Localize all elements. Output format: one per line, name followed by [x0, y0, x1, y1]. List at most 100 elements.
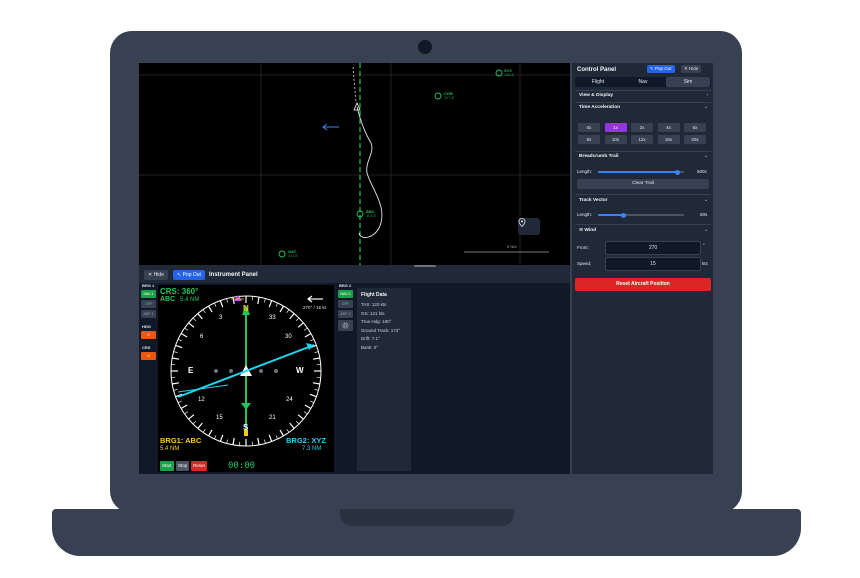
waypoint-label: XYZ 115.6 [504, 68, 514, 77]
section-title: Wind [584, 228, 597, 233]
hsi-cardinal-s: S [243, 423, 249, 432]
timer-display: 00:00 [228, 461, 256, 471]
brg2-off-button[interactable]: OFF [338, 300, 353, 308]
time-accel-8x-button[interactable]: 8x [578, 135, 600, 144]
waypoint-label: COR 117.8 [444, 91, 454, 100]
brg2-nav2-button[interactable]: NAV 2 [338, 290, 353, 298]
hsi-number-24: 24 [286, 397, 293, 403]
time-accel-2x-button[interactable]: 2x [631, 123, 653, 132]
flight-data-title: Flight Data [361, 292, 387, 298]
hsi-display[interactable]: CRS: 360° ABC 5.4 NM 270° / 15 kt BRG1: … [158, 285, 334, 472]
wind-from-input[interactable]: 270 [605, 241, 701, 255]
brg2-controls: BRG 2 NAV 2 OFF ADF 2 [337, 283, 354, 333]
map-scale-label: 5 NM [507, 244, 517, 249]
time-accel-20x-button[interactable]: 20x [684, 135, 706, 144]
navigation-map[interactable]: XYZ 115.6 COR 117.8 ABC 113.5 GAT 111.8 5 NM [139, 63, 570, 265]
wind-from-unit: ° [703, 243, 705, 248]
section-wind[interactable]: ≋ Wind ⌄ [575, 227, 711, 235]
track-vector-length-fill [598, 214, 624, 216]
time-accel-10x-button[interactable]: 10x [604, 135, 627, 144]
time-accel-16x-button[interactable]: 16x [657, 135, 680, 144]
breadcrumb-length-fill [598, 171, 678, 173]
brg1-off-button[interactable]: OFF [141, 300, 156, 308]
wind-arrow [322, 123, 339, 131]
hsi-brg2-distance: 7.3 NM [302, 446, 322, 452]
control-tabs: Flight Nav Sim [575, 77, 711, 87]
separator [575, 90, 711, 91]
map-canvas [139, 63, 570, 265]
brg2-adf2-button[interactable]: ADF 2 [338, 310, 353, 318]
control-panel-title: Control Panel [577, 67, 617, 73]
timer-reset-button[interactable]: Reset [191, 461, 207, 471]
aircraft-marker [353, 101, 361, 111]
brg1-adf1-button[interactable]: ADF 1 [141, 310, 156, 318]
hsi-brg1-readout: BRG1: ABC [160, 436, 202, 445]
timer-stop-button[interactable]: Stop [176, 461, 190, 471]
wind-direction-arrow [307, 295, 323, 303]
time-accel-6x-button[interactable]: 6x [684, 123, 706, 132]
hsi-number-15: 15 [216, 415, 223, 421]
hsi-wind-readout: 270° / 15 kt [303, 305, 326, 310]
hsi-number-6: 6 [200, 334, 204, 340]
hsi-number-12: 12 [198, 397, 205, 403]
hide-instrument-panel-button[interactable]: ✕ Hide [144, 270, 168, 280]
crs-label: CRS [142, 345, 151, 350]
wind-icon: ≋ [579, 228, 584, 233]
tab-flight[interactable]: Flight [576, 77, 620, 87]
hsi-cardinal-n: N [243, 304, 249, 313]
crs-sync-button[interactable]: ↺ [141, 352, 156, 360]
locate-button[interactable] [518, 218, 540, 235]
wind-speed-unit: kts [702, 261, 708, 266]
section-title: Breadcrumb Trail [579, 154, 619, 159]
hsi-cardinal-w: W [296, 366, 304, 375]
flight-data-row: True Hdg: 180° [361, 319, 392, 324]
reset-aircraft-position-button[interactable]: Reset Aircraft Position [575, 278, 711, 291]
hide-control-panel-button[interactable]: ✕ Hide [681, 65, 702, 73]
time-accel-0x-button[interactable]: 0x [578, 123, 600, 132]
hdg-label: HDG [142, 324, 151, 329]
chevron-right-icon: › [706, 93, 708, 98]
timer-start-button[interactable]: Start [160, 461, 174, 471]
app-screen: XYZ 115.6 COR 117.8 ABC 113.5 GAT 111.8 5 NM… [139, 63, 713, 474]
location-pin-icon [518, 218, 526, 227]
breadcrumb-length-value: 600s [697, 169, 707, 174]
waypoint-gat [278, 250, 286, 258]
separator [575, 224, 711, 225]
waypoint-label: GAT 111.8 [288, 249, 298, 258]
gear-icon [342, 322, 349, 329]
wind-speed-label: Speed: [577, 261, 592, 266]
hsi-number-30: 30 [285, 334, 292, 340]
chevron-down-icon: ⌄ [703, 198, 708, 203]
hdg-sync-button[interactable]: ↺ [141, 331, 156, 339]
section-time-acceleration[interactable]: Time Acceleration ⌄ [575, 104, 711, 112]
hsi-settings-button[interactable] [338, 320, 353, 331]
breadcrumb-length-label: Length: [577, 169, 593, 174]
time-accel-12x-button[interactable]: 12x [631, 135, 653, 144]
chevron-down-icon: ⌄ [703, 228, 708, 233]
hsi-crs-distance: 5.4 NM [180, 297, 200, 303]
flight-data-row: Ground Track: 173° [361, 327, 401, 333]
track-vector-length-thumb[interactable] [621, 212, 627, 218]
popout-instrument-panel-button[interactable]: ↖ Pop Out [173, 270, 205, 280]
brg1-controls: BRG 1 NAV 1 OFF ADF 1 HDG ↺ CRS ↺ [140, 283, 157, 362]
section-title: View & Display [579, 93, 614, 98]
popout-control-panel-button[interactable]: ↖ Pop Out [647, 65, 675, 73]
time-accel-1x-button[interactable]: 1x [604, 123, 627, 132]
flight-data-row: Bank: 0° [361, 344, 379, 350]
clear-trail-button[interactable]: Clear Trail [577, 179, 709, 189]
section-track-vector[interactable]: Track Vector ⌄ [575, 197, 711, 205]
section-breadcrumb-trail[interactable]: Breadcrumb Trail ⌄ [575, 153, 711, 161]
hsi-crs-readout: CRS: 360° [160, 287, 199, 296]
hsi-number-3: 3 [219, 315, 223, 321]
brg1-nav1-button[interactable]: NAV 1 [141, 290, 156, 298]
separator [575, 194, 711, 195]
tab-sim[interactable]: Sim [666, 77, 710, 87]
section-title: Time Acceleration [579, 105, 621, 110]
section-view-display[interactable]: View & Display › [575, 92, 711, 100]
hsi-brg2-readout: BRG2: XYZ [286, 436, 327, 445]
time-accel-4x-button[interactable]: 4x [657, 123, 680, 132]
wind-speed-input[interactable]: 15 [605, 257, 701, 271]
breadcrumb-length-thumb[interactable] [674, 169, 680, 175]
tab-nav[interactable]: Nav [621, 77, 665, 87]
wind-from-label: From: [577, 245, 589, 250]
